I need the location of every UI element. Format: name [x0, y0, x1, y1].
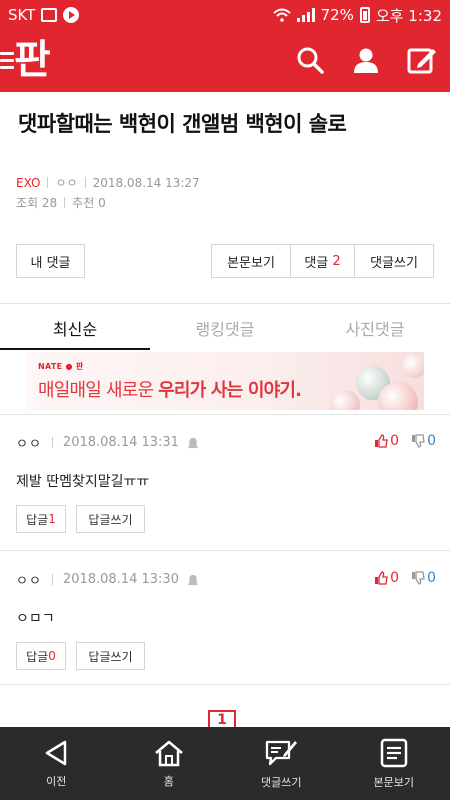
- dislike-button[interactable]: 0: [411, 570, 436, 586]
- comment-meta: ㅇㅇ 2018.08.14 13:31: [16, 433, 199, 452]
- reply-label: 답글: [26, 649, 49, 664]
- banner-text-plain: 매일매일 새로운: [38, 380, 154, 401]
- article-meta: EXO ㅇㅇ 2018.08.14 13:27: [16, 174, 200, 191]
- search-icon: [297, 47, 324, 74]
- tab-photo[interactable]: 사진댓글: [300, 305, 450, 350]
- pearl-decoration: [378, 382, 418, 410]
- comment-item: ㅇㅇ 2018.08.14 13:31 0 0 제발 딴멤찾지말길ㅠㅠ 답글 1 …: [0, 433, 450, 543]
- home-icon: [154, 740, 183, 766]
- battery-percent: 72%: [320, 6, 354, 24]
- status-bar: SKT 72% 오후 1:32: [0, 0, 450, 30]
- divider: [0, 414, 450, 415]
- like-count: 0: [390, 433, 400, 449]
- comment-datetime: 2018.08.14 13:31: [62, 435, 179, 450]
- write-reply-button[interactable]: 답글쓰기: [76, 642, 145, 670]
- nav-write-comment[interactable]: 댓글쓰기: [225, 727, 338, 800]
- reply-button[interactable]: 답글 1: [16, 505, 66, 533]
- thumbs-up-icon: [375, 434, 388, 448]
- nav-view-article[interactable]: 본문보기: [338, 727, 450, 800]
- comment-item: ㅇㅇ 2018.08.14 13:30 0 0 ㅇㅁㄱ 답글 0 답글쓰기: [0, 570, 450, 680]
- write-comment-button[interactable]: 댓글쓰기: [355, 245, 433, 277]
- article-recommend: 추천 0: [72, 196, 106, 210]
- report-icon[interactable]: [187, 437, 199, 449]
- tab-latest[interactable]: 최신순: [0, 305, 150, 350]
- promo-banner[interactable]: NATE ● 판 매일매일 새로운 우리가 사는 이야기.: [26, 352, 424, 410]
- article-category[interactable]: EXO: [16, 176, 40, 190]
- signal-icon: [296, 8, 315, 22]
- report-icon[interactable]: [187, 574, 199, 586]
- nav-home-label: 홈: [163, 774, 174, 788]
- article-icon: [380, 738, 407, 767]
- comment-meta: ㅇㅇ 2018.08.14 13:30: [16, 570, 199, 589]
- pearl-decoration: [330, 390, 360, 410]
- user-icon: [354, 48, 378, 73]
- logo[interactable]: 판: [14, 34, 51, 86]
- article-author: ㅇㅇ: [55, 176, 78, 190]
- comment-author: ㅇㅇ: [16, 574, 42, 589]
- search-button[interactable]: [292, 42, 328, 78]
- banner-text-bold: 우리가 사는 이야기.: [158, 380, 302, 401]
- comment-tabs: 최신순 랭킹댓글 사진댓글: [0, 305, 450, 350]
- divider: [0, 303, 450, 304]
- my-comments-button[interactable]: 내 댓글: [16, 244, 85, 278]
- write-icon: [407, 48, 436, 74]
- dislike-count: 0: [427, 433, 436, 449]
- wifi-icon: [272, 8, 291, 22]
- comment-write-icon: [266, 740, 298, 765]
- article-stats: 조회 28 추천 0: [16, 194, 106, 211]
- article-datetime: 2018.08.14 13:27: [92, 175, 200, 190]
- nav-home[interactable]: 홈: [113, 727, 226, 800]
- user-button[interactable]: [348, 42, 384, 78]
- comment-text: 제발 딴멤찾지말길ㅠㅠ: [16, 474, 150, 490]
- carrier-label: SKT: [8, 6, 36, 24]
- gallery-icon: [41, 8, 58, 22]
- banner-text: 매일매일 새로운 우리가 사는 이야기.: [38, 376, 302, 402]
- comment-datetime: 2018.08.14 13:30: [62, 572, 179, 587]
- article-title: 댓파할때는 백현이 갠앨범 백현이 솔로: [18, 112, 347, 136]
- nav-back[interactable]: 이전: [0, 727, 113, 800]
- play-icon: [63, 7, 80, 23]
- like-button[interactable]: 0: [374, 570, 399, 586]
- nav-write-comment-label: 댓글쓰기: [261, 775, 302, 789]
- article-views: 조회 28: [16, 196, 58, 210]
- comments-button[interactable]: 댓글 2: [291, 245, 355, 277]
- thumbs-up-icon: [375, 571, 388, 585]
- divider: [0, 550, 450, 551]
- comments-label: 댓글: [304, 255, 329, 271]
- comment-votes: 0 0: [374, 570, 436, 586]
- article-action-group: 본문보기 댓글 2 댓글쓰기: [211, 244, 434, 278]
- back-icon: [46, 740, 67, 765]
- menu-icon[interactable]: [0, 52, 14, 73]
- thumbs-down-icon: [412, 571, 425, 585]
- reply-count: 1: [48, 512, 56, 526]
- thumbs-down-icon: [412, 434, 425, 448]
- dislike-count: 0: [427, 570, 436, 586]
- reply-label: 답글: [26, 512, 49, 527]
- write-reply-button[interactable]: 답글쓰기: [76, 505, 145, 533]
- comment-author: ㅇㅇ: [16, 437, 42, 452]
- view-article-button[interactable]: 본문보기: [212, 245, 291, 277]
- banner-brand: NATE ● 판: [38, 362, 84, 371]
- like-count: 0: [390, 570, 400, 586]
- reply-count: 0: [48, 649, 56, 663]
- bottom-nav: 이전 홈 댓글쓰기 본문보기: [0, 727, 450, 800]
- app-header: 판: [0, 30, 450, 92]
- nav-back-label: 이전: [46, 774, 67, 788]
- nav-view-article-label: 본문보기: [373, 775, 414, 789]
- tab-ranking[interactable]: 랭킹댓글: [150, 305, 300, 350]
- battery-icon: [359, 7, 370, 23]
- like-button[interactable]: 0: [374, 433, 399, 449]
- write-button[interactable]: [404, 42, 440, 78]
- divider: [0, 684, 450, 685]
- comments-count: 2: [332, 253, 341, 269]
- comment-text: ㅇㅁㄱ: [16, 611, 55, 627]
- comment-votes: 0 0: [374, 433, 436, 449]
- pearl-decoration: [402, 354, 424, 378]
- dislike-button[interactable]: 0: [411, 433, 436, 449]
- reply-button[interactable]: 답글 0: [16, 642, 66, 670]
- clock: 오후 1:32: [375, 6, 442, 25]
